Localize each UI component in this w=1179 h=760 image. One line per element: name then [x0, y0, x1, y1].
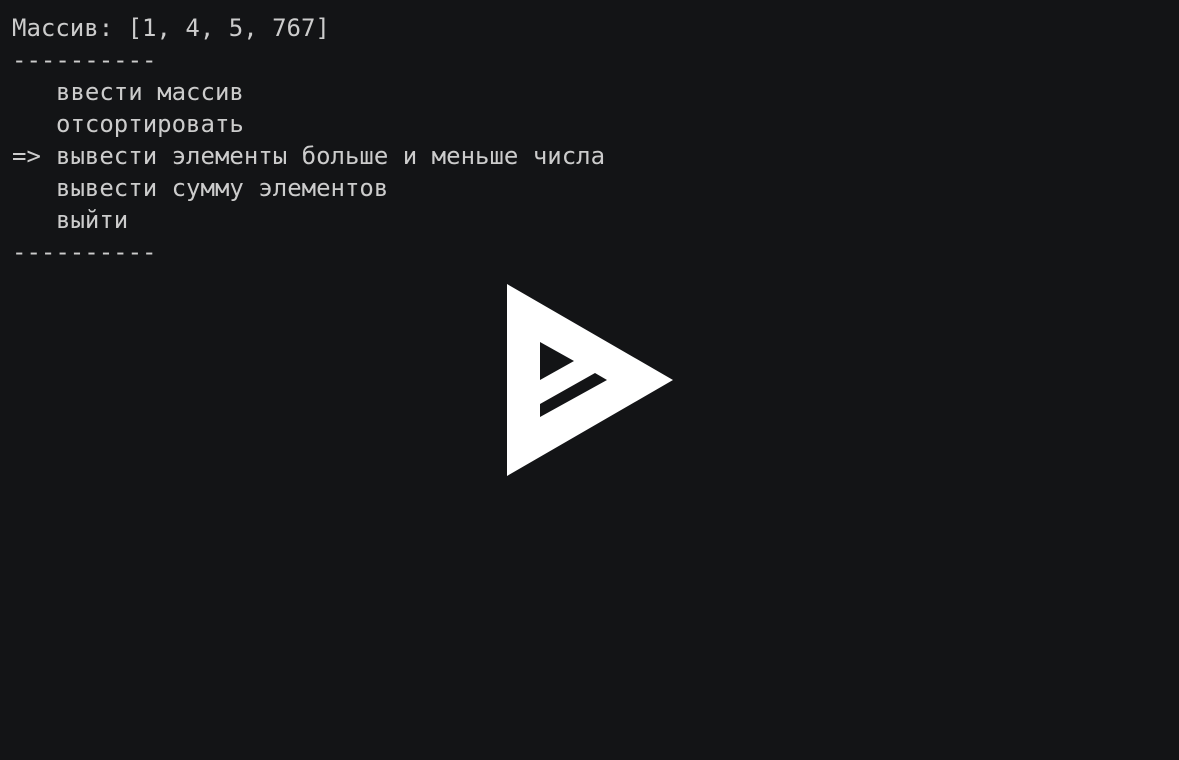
menu-item-label: вывести элементы больше и меньше числа — [56, 142, 606, 170]
menu-item-exit[interactable]: выйти — [12, 204, 1167, 236]
menu-item-sum[interactable]: вывести сумму элементов — [12, 172, 1167, 204]
asciinema-play-icon — [507, 284, 673, 476]
menu-cursor-marker: => — [12, 142, 41, 170]
menu-item-label: отсортировать — [56, 110, 244, 138]
menu-item-sort[interactable]: отсортировать — [12, 108, 1167, 140]
menu-item-label: ввести массив — [56, 78, 244, 106]
menu-separator-bottom: ---------- — [12, 238, 157, 266]
menu-separator-top: ---------- — [12, 46, 157, 74]
menu-item-filter-by-number[interactable]: => вывести элементы больше и меньше числа — [12, 140, 1167, 172]
menu-item-label: вывести сумму элементов — [56, 174, 389, 202]
menu-item-input-array[interactable]: ввести массив — [12, 76, 1167, 108]
menu-item-label: выйти — [56, 206, 129, 234]
array-output-line: Массив: [1, 4, 5, 767] — [12, 14, 330, 42]
play-button[interactable] — [507, 284, 673, 476]
menu-list: ввести массив отсортировать => вывести эл… — [12, 76, 1167, 236]
